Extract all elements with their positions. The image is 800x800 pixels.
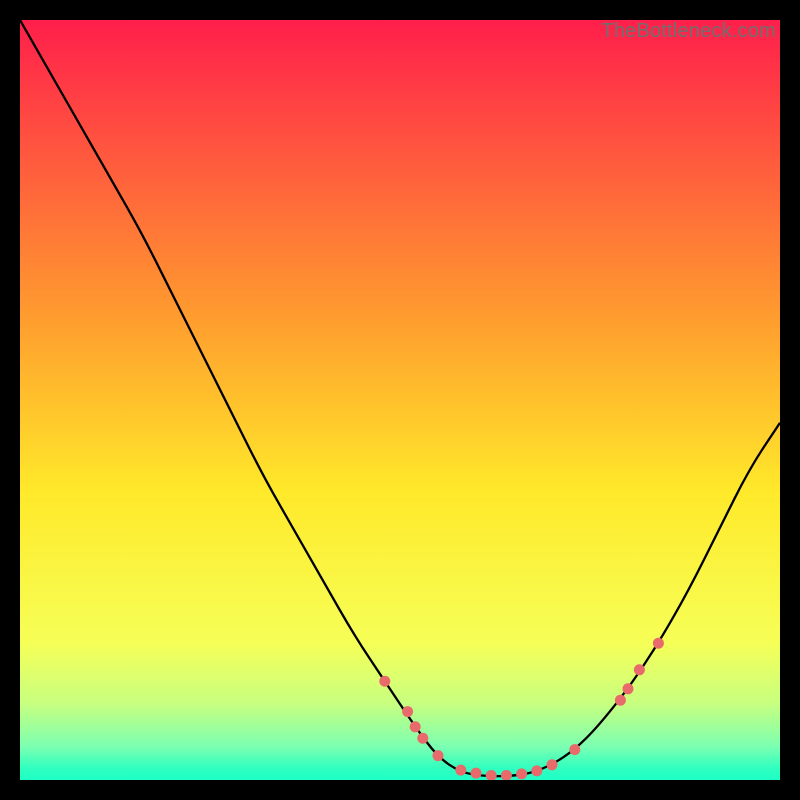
highlight-point <box>410 721 421 732</box>
highlight-point <box>402 706 413 717</box>
highlight-point <box>455 765 466 776</box>
gradient-background <box>20 20 780 780</box>
watermark-text: TheBottleneck.com <box>601 20 776 43</box>
highlight-point <box>516 768 527 779</box>
highlight-point <box>417 733 428 744</box>
highlight-point <box>615 695 626 706</box>
highlight-point <box>653 638 664 649</box>
highlight-point <box>471 768 482 779</box>
highlight-point <box>433 750 444 761</box>
highlight-point <box>634 664 645 675</box>
highlight-point <box>379 676 390 687</box>
highlight-point <box>569 744 580 755</box>
highlight-point <box>623 683 634 694</box>
chart-canvas <box>20 20 780 780</box>
highlight-point <box>531 765 542 776</box>
highlight-point <box>547 759 558 770</box>
chart-frame: TheBottleneck.com <box>20 20 780 780</box>
